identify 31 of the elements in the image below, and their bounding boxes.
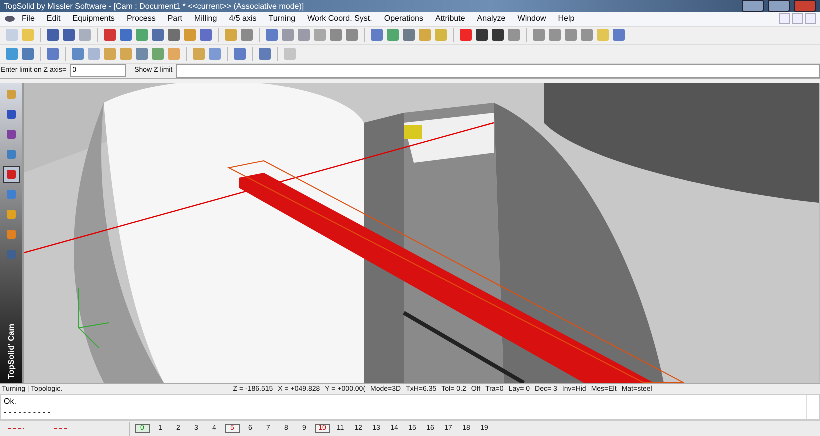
- menu-item[interactable]: 4/5 axis: [223, 14, 263, 24]
- window-title: TopSolid by Missler Software - [Cam : Document1 * <<current>> (Associative mode)]: [4, 2, 306, 10]
- close-button[interactable]: [794, 0, 816, 12]
- menu-item[interactable]: Window: [512, 14, 552, 24]
- menu-item[interactable]: Operations: [378, 14, 430, 24]
- toolbar-icon[interactable]: [476, 29, 488, 42]
- app-icon[interactable]: [4, 14, 16, 24]
- menu-item[interactable]: Work Coord. Syst.: [302, 14, 378, 24]
- menu-item[interactable]: Attribute: [430, 14, 472, 24]
- menu-item[interactable]: Edit: [40, 14, 67, 24]
- menu-item[interactable]: Milling: [188, 14, 224, 24]
- command-line: - - - - - - - - - -: [4, 407, 52, 418]
- minimize-button[interactable]: [742, 0, 764, 12]
- command-line: Ok.: [4, 396, 18, 408]
- menu-item[interactable]: Equipments: [66, 14, 121, 24]
- toolbar-icon[interactable]: [63, 29, 75, 42]
- toolbar-icon[interactable]: [492, 29, 504, 42]
- menu-item[interactable]: Turning: [262, 14, 302, 24]
- maximize-button[interactable]: [768, 0, 790, 12]
- menu-item[interactable]: Part: [162, 14, 189, 24]
- menu-item[interactable]: Analyze: [471, 14, 512, 24]
- sidebar-tool-icon[interactable]: [2, 166, 20, 184]
- input-field[interactable]: [176, 64, 820, 78]
- restore-button[interactable]: [792, 13, 803, 24]
- menu-item[interactable]: Process: [120, 14, 162, 24]
- close-button[interactable]: [805, 13, 816, 24]
- toolbar-icon[interactable]: [168, 29, 180, 42]
- menu-item[interactable]: Help: [552, 14, 581, 24]
- menu-item[interactable]: File: [16, 14, 41, 24]
- brand-label: TopSolid' Cam: [6, 324, 16, 380]
- toolbar-icon[interactable]: [47, 29, 59, 42]
